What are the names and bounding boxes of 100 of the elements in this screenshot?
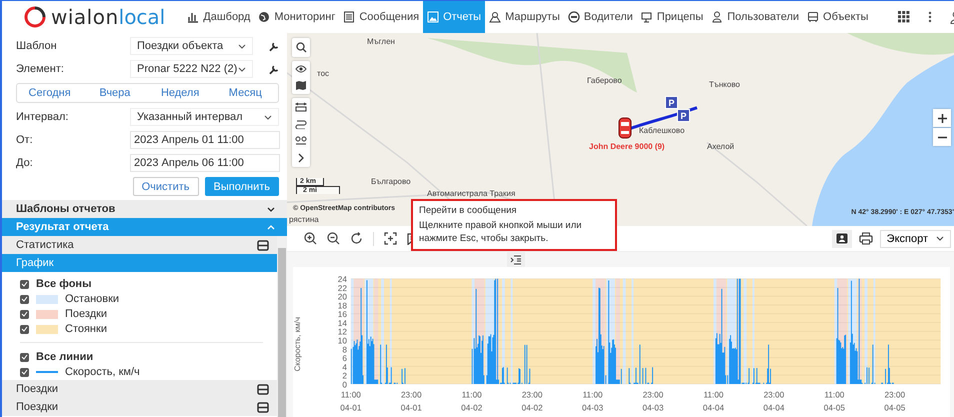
wrench-icon[interactable] xyxy=(268,40,279,52)
chevron-up-icon xyxy=(267,224,275,230)
chevron-down-icon xyxy=(238,66,246,72)
nav-tab[interactable]: Дашборд xyxy=(183,1,254,33)
nav-tab[interactable]: Водители xyxy=(564,1,637,33)
report-icon xyxy=(427,11,440,23)
legend-group-label: Все линии xyxy=(36,351,94,363)
select-field[interactable]: Pronar 5222 N22 (2) xyxy=(130,60,253,78)
result-item-label: Поездки xyxy=(16,383,58,395)
indent-icon xyxy=(510,254,522,264)
route-icon[interactable] xyxy=(295,119,307,129)
wrench-icon[interactable] xyxy=(268,64,279,74)
date-field[interactable]: 2023 Апрель 01 11:00 xyxy=(130,131,280,149)
contact-card-icon xyxy=(836,233,848,244)
zoom-out-icon[interactable] xyxy=(327,232,340,246)
period-tab[interactable]: Месяц xyxy=(212,84,278,102)
checkbox[interactable] xyxy=(20,324,29,334)
legend-group-label: Все фоны xyxy=(36,278,92,290)
document-icon xyxy=(343,11,356,23)
section-title: Шаблоны отчетов xyxy=(16,203,116,215)
result-item-label: График xyxy=(16,257,54,269)
nodes-icon[interactable] xyxy=(295,136,307,146)
result-item[interactable]: Статистика xyxy=(2,236,277,254)
tooltip-title: Перейти в сообщения xyxy=(419,205,518,218)
period-tab[interactable]: Неделя xyxy=(148,84,213,102)
person-pin-icon xyxy=(489,11,502,23)
zoom-in-button[interactable] xyxy=(933,109,951,127)
legend-item-label: Остановки xyxy=(65,293,120,305)
ruler-icon[interactable] xyxy=(295,102,307,112)
period-tab[interactable]: Вчера xyxy=(82,84,148,102)
field-label: От: xyxy=(16,134,34,146)
place-label: Мъглен xyxy=(367,37,395,46)
parking-marker[interactable]: P xyxy=(677,109,690,122)
chevron-right-icon[interactable] xyxy=(297,153,305,163)
card-button[interactable] xyxy=(832,230,852,248)
place-label: тос xyxy=(317,69,330,78)
table-icon xyxy=(257,240,269,250)
nav-tab[interactable]: Пользователи xyxy=(707,1,804,33)
result-item[interactable]: Поездки xyxy=(2,380,277,398)
table-icon xyxy=(257,402,269,412)
plus-icon xyxy=(938,114,946,122)
legend-item-label: Стоянки xyxy=(65,323,107,335)
unit-label[interactable]: John Deere 9000 (9) xyxy=(589,142,665,151)
date-field[interactable]: 2023 Апрель 06 11:00 xyxy=(130,154,280,172)
select-field[interactable]: Указанный интервал xyxy=(130,108,279,126)
legend-item-label: Поездки xyxy=(65,308,108,320)
map-icon[interactable] xyxy=(295,80,307,90)
section-header[interactable]: Шаблоны отчетов xyxy=(2,200,287,218)
select-field[interactable]: Поездки объекта xyxy=(130,37,253,55)
checkbox[interactable] xyxy=(20,280,29,288)
parking-marker[interactable]: P xyxy=(665,96,678,109)
field-label: Элемент: xyxy=(16,63,65,75)
nav-tab[interactable]: Объекты xyxy=(803,1,872,33)
bus-icon xyxy=(807,11,820,23)
legend-item-label: Скорость, км/ч xyxy=(65,366,140,378)
logo: wialonlocal xyxy=(2,5,184,29)
checkbox[interactable] xyxy=(20,294,29,304)
place-label: Тънково xyxy=(709,80,740,89)
scrollbar[interactable] xyxy=(277,236,287,417)
field-label: Интервал: xyxy=(16,111,70,123)
apps-grid-icon[interactable] xyxy=(898,11,910,23)
nav-tab[interactable]: Мониторинг xyxy=(254,1,340,33)
place-label: Българово xyxy=(371,177,411,186)
fit-icon[interactable] xyxy=(384,232,397,246)
table-icon xyxy=(257,384,269,394)
bar-chart-icon xyxy=(187,11,200,23)
checkbox[interactable] xyxy=(20,352,29,362)
field-label: До: xyxy=(16,157,34,169)
zoom-out-button[interactable] xyxy=(933,128,951,146)
axis-title: Скорость, км/ч xyxy=(293,316,303,372)
field-label: Шаблон xyxy=(16,40,58,52)
clear-button[interactable]: Очистить xyxy=(132,177,199,196)
reset-icon[interactable] xyxy=(350,232,363,246)
checkbox[interactable] xyxy=(20,368,29,376)
place-label: Автомагистрала Тракия xyxy=(427,189,516,198)
result-item[interactable]: Поездки xyxy=(2,398,277,416)
print-icon xyxy=(858,232,873,246)
panel-toggle-button[interactable] xyxy=(507,252,525,267)
eye-icon[interactable] xyxy=(295,65,307,73)
checkbox[interactable] xyxy=(20,310,29,318)
chevron-down-icon xyxy=(238,44,246,48)
user-icon xyxy=(711,11,724,23)
more-icon[interactable] xyxy=(928,11,932,23)
place-label: рястина xyxy=(289,215,319,224)
place-label: Габерово xyxy=(587,76,622,85)
period-tab[interactable]: Сегодня xyxy=(17,84,82,102)
nav-tab[interactable]: Маршруты xyxy=(485,1,564,33)
logo-ring-icon xyxy=(24,6,46,28)
nav-tab[interactable]: Сообщения xyxy=(339,1,424,33)
place-label: Ахелой xyxy=(707,142,734,151)
result-item-label: Статистика xyxy=(16,239,74,251)
chevron-down-icon xyxy=(267,206,275,212)
export-dropdown[interactable]: Экспорт xyxy=(880,230,951,248)
zoom-in-icon[interactable] xyxy=(304,232,317,246)
chevron-down-icon xyxy=(264,114,272,120)
section-title: Результат отчета xyxy=(16,221,109,233)
search-icon[interactable] xyxy=(296,42,306,53)
chevron-down-icon xyxy=(936,236,944,242)
nav-tab[interactable]: Прицепы xyxy=(636,1,708,33)
place-label: Каблешково xyxy=(639,126,685,135)
